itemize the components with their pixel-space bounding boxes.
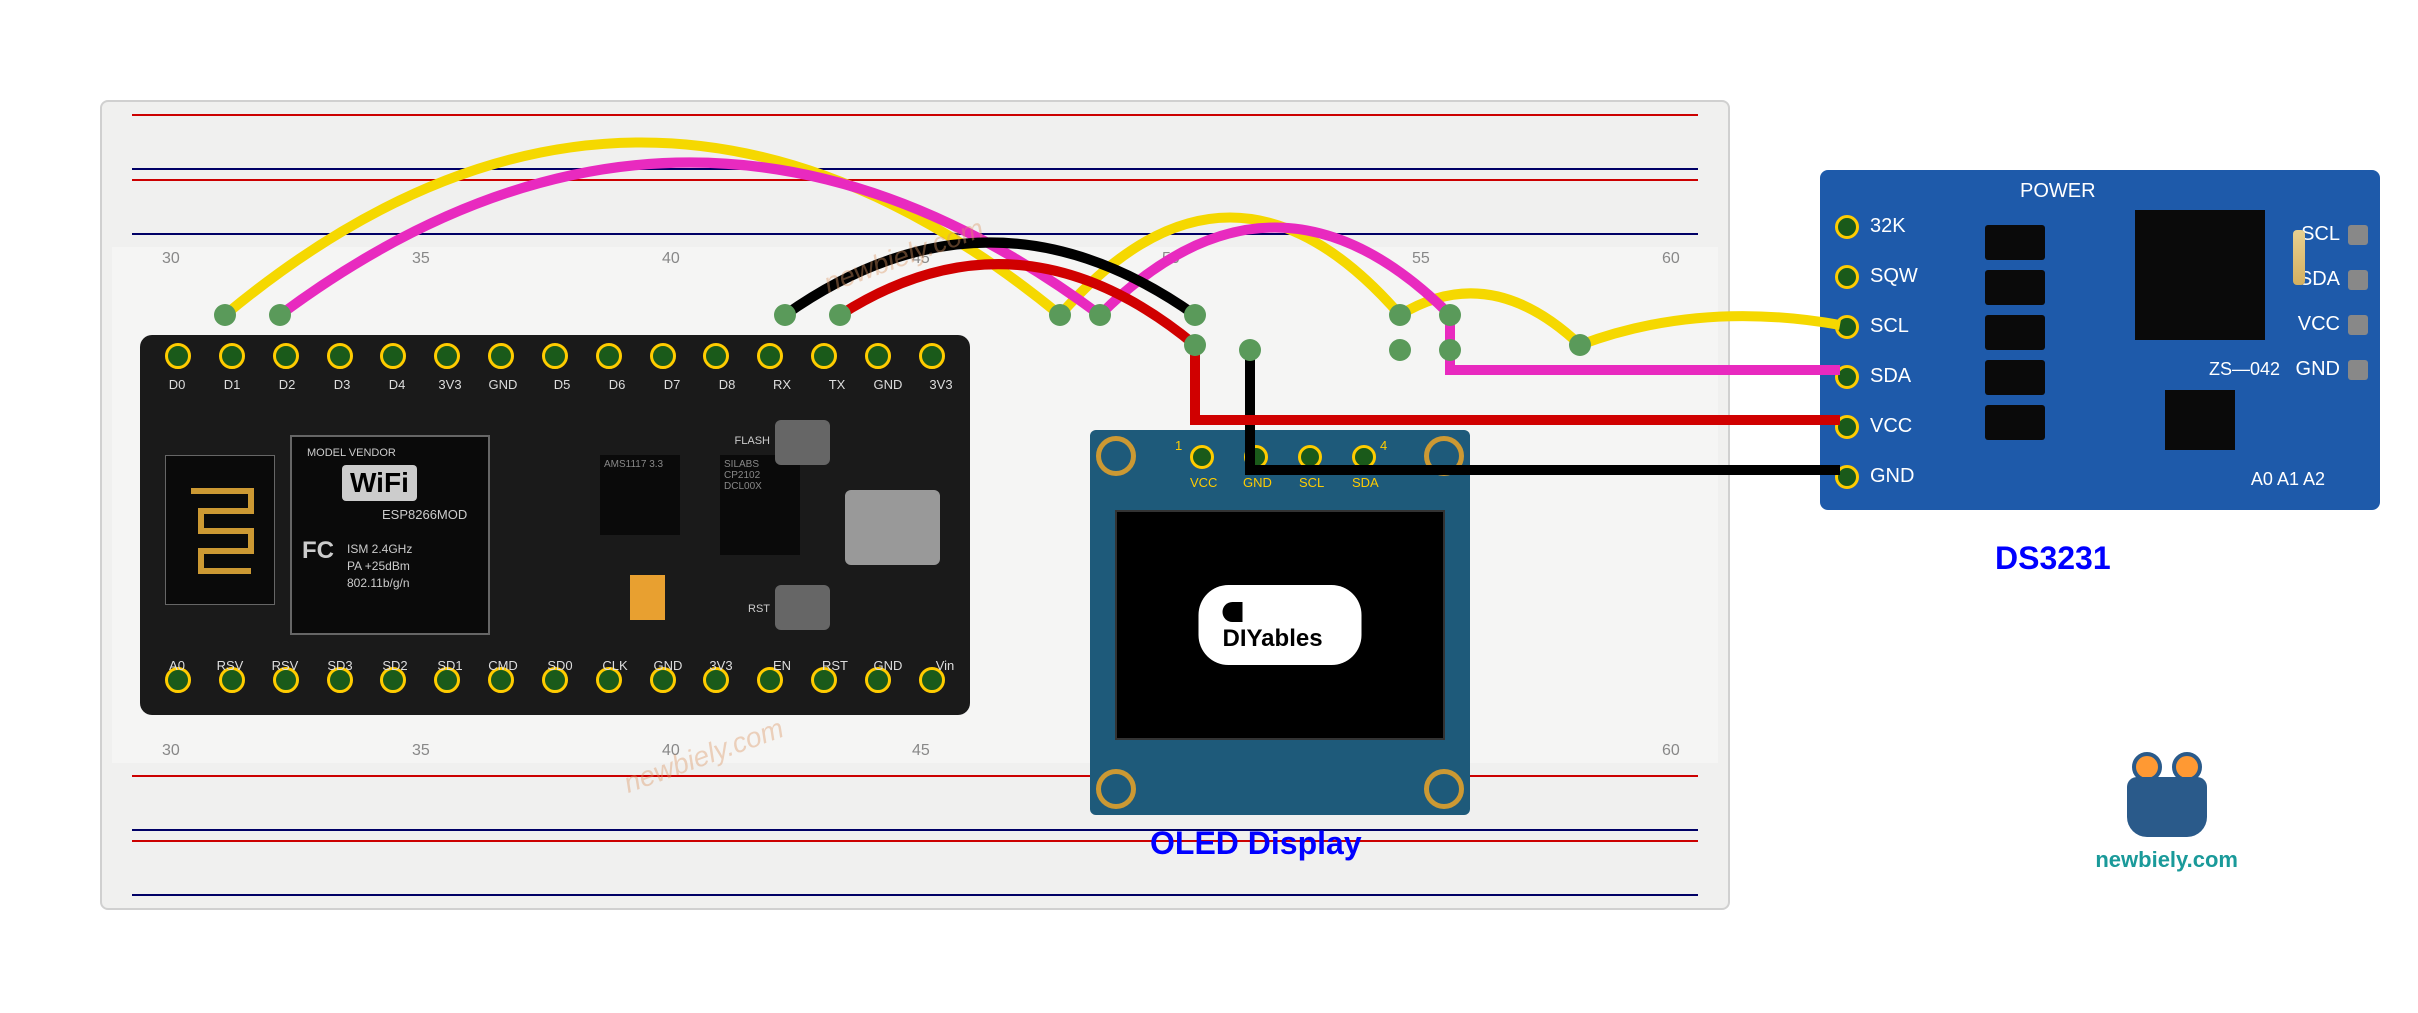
newbiely-logo: newbiely.com [2095,747,2238,873]
flash-button [775,420,830,465]
oled-pin-vcc: VCC [1190,475,1217,490]
wifi-icon: WiFi [342,465,417,501]
rtc-main-chip [2135,210,2265,340]
diyables-logo: DIYables [1199,585,1362,665]
rtc-pin-scl: SCL [1870,315,1909,338]
rtc-label: DS3231 [1995,540,2111,577]
voltage-regulator: AMS1117 3.3 [600,455,680,535]
rtc-pin-32k: 32K [1870,215,1906,238]
oled-pin-sda: SDA [1352,475,1379,490]
oled-display: 1 4 VCC GND SCL SDA DIYables [1090,430,1470,815]
rtc-pin-sda: SDA [1870,365,1911,388]
bb-col-55: 55 [1412,250,1430,268]
owl-icon [2122,747,2212,837]
rtc-power-label: POWER [2020,180,2096,203]
bb-col-40: 40 [662,250,680,268]
esp-main-chip: MODEL VENDOR WiFi ESP8266MOD ISM 2.4GHz … [290,435,490,635]
oled-pin-gnd: GND [1243,475,1272,490]
rtc-model-label: ZS—042 [2209,359,2280,380]
bb-col-50: 50 [1162,250,1180,268]
oled-pins [1190,445,1376,469]
rtc-eeprom-chip [2165,390,2235,450]
rtc-addr-label: A0 A1 A2 [2251,469,2325,490]
micro-usb-port [845,490,940,565]
esp8266-board: D0 D1 D2 D3 D4 3V3 GND D5 D6 D7 D8 RX TX… [140,335,970,715]
bb-col-30: 30 [162,250,180,268]
esp-antenna [165,455,275,605]
esp-bottom-pins [165,667,945,707]
oled-label: OLED Display [1150,825,1362,862]
rtc-pin-gnd: GND [1870,465,1914,488]
bb-col-60: 60 [1662,250,1680,268]
crystal [2293,230,2305,285]
usb-serial-chip: SILABS CP2102 DCL00X [720,455,800,555]
rtc-pin-vcc: VCC [1870,415,1912,438]
bb-col-35: 35 [412,250,430,268]
wiring-diagram: 30 35 40 45 50 55 60 30 35 40 45 50 55 6… [0,0,2418,1013]
oled-pin-scl: SCL [1299,475,1324,490]
capacitor [630,575,665,620]
rtc-pin-sqw: SQW [1870,265,1918,288]
ds3231-module: POWER 32K SQW SCL SDA VCC GND SCL SDA VC… [1820,170,2380,510]
oled-screen: DIYables [1115,510,1445,740]
brand-name: newbiely.com [2095,847,2238,873]
reset-button [775,585,830,630]
